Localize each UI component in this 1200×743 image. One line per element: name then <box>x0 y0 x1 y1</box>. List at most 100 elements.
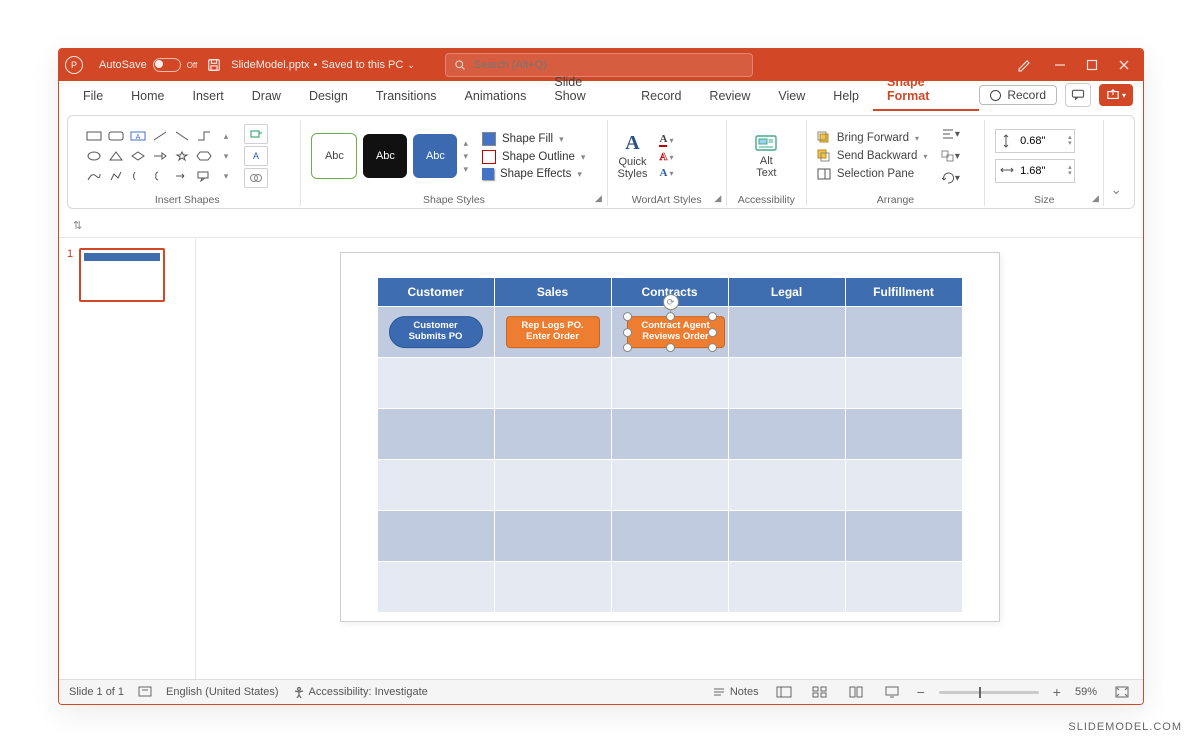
gallery-more-up-icon[interactable]: ▴ <box>216 127 236 145</box>
zoom-in-button[interactable]: + <box>1053 684 1061 700</box>
cell[interactable] <box>845 460 962 511</box>
shape-oval-icon[interactable] <box>84 147 104 165</box>
reading-view-button[interactable] <box>845 684 867 700</box>
shape-bracket-icon[interactable] <box>128 167 148 185</box>
cell[interactable] <box>728 358 845 409</box>
shape-textbox-icon[interactable]: A <box>128 127 148 145</box>
cell[interactable] <box>494 460 611 511</box>
cell[interactable] <box>611 409 728 460</box>
gallery-dropdown-icon[interactable]: ▾ <box>216 167 236 185</box>
selected-shape-wrapper[interactable]: ⟳ Contract Agent Reviews Order <box>627 316 713 348</box>
shape-effects-button[interactable]: Shape Effects▾ <box>482 168 585 180</box>
cell[interactable] <box>611 511 728 562</box>
bring-forward-button[interactable]: Bring Forward▾ <box>817 131 928 145</box>
cell[interactable] <box>494 409 611 460</box>
shape-width-input[interactable]: ▴▾ <box>995 159 1075 183</box>
swimlane-table[interactable]: Customer Sales Contracts Legal Fulfillme… <box>377 277 963 613</box>
spin-down-icon[interactable]: ▾ <box>1068 171 1072 177</box>
text-fill-button[interactable]: A ▾ <box>659 133 673 147</box>
maximize-button[interactable] <box>1085 58 1099 72</box>
autosave-toggle[interactable] <box>153 58 181 72</box>
shape-line2-icon[interactable] <box>172 127 192 145</box>
slide-counter[interactable]: Slide 1 of 1 <box>69 686 124 698</box>
style-preset-1[interactable]: Abc <box>311 133 357 179</box>
gallery-more-down-icon[interactable]: ▾ <box>216 147 236 165</box>
tab-insert[interactable]: Insert <box>179 83 238 111</box>
selection-pane-button[interactable]: Selection Pane <box>817 167 928 181</box>
resize-handle[interactable] <box>708 328 717 337</box>
edit-shape-button[interactable] <box>244 124 268 144</box>
resize-handle[interactable] <box>708 343 717 352</box>
style-preset-2[interactable]: Abc <box>363 134 407 178</box>
styles-up-icon[interactable]: ▴ <box>463 138 468 149</box>
language-status[interactable]: English (United States) <box>166 686 279 698</box>
tab-file[interactable]: File <box>69 83 117 111</box>
cell[interactable] <box>845 307 962 358</box>
cell[interactable]: Customer Submits PO <box>377 307 494 358</box>
resize-handle[interactable] <box>666 343 675 352</box>
document-title[interactable]: SlideModel.pptx • Saved to this PC ⌄ <box>231 59 415 71</box>
shape-hexagon-icon[interactable] <box>194 147 214 165</box>
quick-styles-button[interactable]: A Quick Styles <box>618 132 648 180</box>
collapse-ribbon-button[interactable]: ⌄ <box>1104 120 1128 206</box>
cell[interactable] <box>377 511 494 562</box>
cell[interactable] <box>845 511 962 562</box>
shape-customer-submits-po[interactable]: Customer Submits PO <box>389 316 483 348</box>
minimize-button[interactable] <box>1053 58 1067 72</box>
tab-help[interactable]: Help <box>819 83 873 111</box>
cell[interactable] <box>728 562 845 613</box>
slide-1[interactable]: Customer Sales Contracts Legal Fulfillme… <box>340 252 1000 622</box>
cell[interactable] <box>845 562 962 613</box>
cell[interactable] <box>494 511 611 562</box>
draw-mode-icon[interactable] <box>1017 57 1033 73</box>
tab-home[interactable]: Home <box>117 83 178 111</box>
cell[interactable] <box>377 409 494 460</box>
rotation-handle[interactable]: ⟳ <box>663 294 679 310</box>
zoom-slider[interactable] <box>939 691 1039 694</box>
resize-handle[interactable] <box>623 312 632 321</box>
tab-animations[interactable]: Animations <box>451 83 541 111</box>
text-box-button[interactable]: A <box>244 146 268 166</box>
send-backward-button[interactable]: Send Backward▾ <box>817 149 928 163</box>
slideshow-view-button[interactable] <box>881 684 903 700</box>
cell[interactable]: Rep Logs PO. Enter Order <box>494 307 611 358</box>
shape-triangle-icon[interactable] <box>106 147 126 165</box>
group-button[interactable]: ▾ <box>939 147 961 165</box>
shape-rep-logs-po[interactable]: Rep Logs PO. Enter Order <box>506 316 600 348</box>
cell[interactable] <box>611 562 728 613</box>
dialog-launcher-icon[interactable]: ◢ <box>593 192 605 204</box>
cell[interactable] <box>728 409 845 460</box>
sorter-view-button[interactable] <box>809 684 831 700</box>
dialog-launcher-icon[interactable]: ◢ <box>1089 192 1101 204</box>
tab-draw[interactable]: Draw <box>238 83 295 111</box>
cell[interactable] <box>728 460 845 511</box>
shape-line-icon[interactable] <box>150 127 170 145</box>
styles-down-icon[interactable]: ▾ <box>463 151 468 162</box>
shape-brace-icon[interactable] <box>150 167 170 185</box>
save-icon[interactable] <box>207 58 221 72</box>
shape-fill-button[interactable]: Shape Fill▾ <box>482 132 585 146</box>
col-sales[interactable]: Sales <box>494 278 611 307</box>
normal-view-button[interactable] <box>773 684 795 700</box>
shape-rect-icon[interactable] <box>84 127 104 145</box>
resize-handle[interactable] <box>708 312 717 321</box>
cell[interactable] <box>377 562 494 613</box>
shape-diamond-icon[interactable] <box>128 147 148 165</box>
shape-star-icon[interactable] <box>172 147 192 165</box>
styles-more-icon[interactable]: ▾ <box>463 164 468 175</box>
shape-curve-icon[interactable] <box>84 167 104 185</box>
close-button[interactable] <box>1117 58 1131 72</box>
share-button[interactable]: ▾ <box>1099 84 1133 106</box>
shape-freeform-icon[interactable] <box>106 167 126 185</box>
cell[interactable] <box>845 409 962 460</box>
zoom-level[interactable]: 59% <box>1075 686 1097 698</box>
resize-handle[interactable] <box>666 312 675 321</box>
col-customer[interactable]: Customer <box>377 278 494 307</box>
shapes-gallery[interactable]: A ▴ ▾ <box>84 127 236 185</box>
cell[interactable] <box>377 460 494 511</box>
spell-icon[interactable] <box>138 686 152 698</box>
fit-to-window-button[interactable] <box>1111 684 1133 700</box>
cell[interactable]: ⟳ Contract Agent Reviews Order <box>611 307 728 358</box>
tab-transitions[interactable]: Transitions <box>362 83 451 111</box>
text-effects-button[interactable]: A ▾ <box>659 167 673 179</box>
